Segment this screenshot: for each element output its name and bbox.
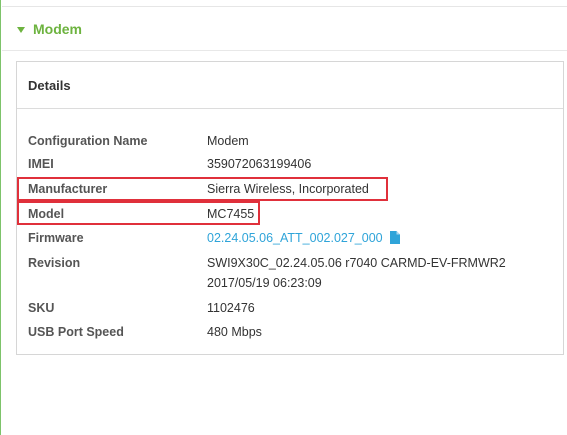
revision-label: Revision	[28, 256, 81, 270]
sku-label: SKU	[28, 301, 55, 315]
panel-title: Details	[17, 62, 563, 109]
manufacturer-label: Manufacturer	[28, 182, 108, 196]
usb-port-speed-value: 480 Mbps	[207, 325, 262, 339]
manufacturer-value: Sierra Wireless, Incorporated	[207, 182, 369, 196]
revision-value: SWI9X30C_02.24.05.06 r7040 CARMD-EV-FRMW…	[207, 256, 506, 270]
imei-value: 359072063199406	[207, 157, 312, 171]
sku-value: 1102476	[207, 301, 255, 315]
usb-port-speed-label: USB Port Speed	[28, 325, 124, 339]
imei-label: IMEI	[28, 157, 54, 171]
revision-date: 2017/05/19 06:23:09	[207, 276, 322, 290]
divider	[2, 50, 567, 51]
firmware-value[interactable]: 02.24.05.06_ATT_002.027_000	[207, 231, 383, 245]
firmware-link[interactable]: 02.24.05.06_ATT_002.027_000	[207, 230, 401, 248]
firmware-label: Firmware	[28, 231, 84, 245]
modem-section: Modem Details Configuration Name Modem I…	[0, 0, 567, 435]
model-label: Model	[28, 207, 65, 221]
section-title[interactable]: Modem	[33, 21, 82, 37]
model-value: MC7455	[207, 207, 255, 221]
divider	[2, 6, 567, 7]
modem-section-toggle[interactable]: Modem	[17, 19, 82, 39]
configuration-name-label: Configuration Name	[28, 134, 148, 148]
collapse-triangle-icon[interactable]	[17, 26, 25, 33]
file-icon[interactable]	[390, 231, 401, 248]
details-panel: Details Configuration Name Modem IMEI 35…	[16, 61, 564, 355]
configuration-name-value: Modem	[207, 134, 249, 148]
